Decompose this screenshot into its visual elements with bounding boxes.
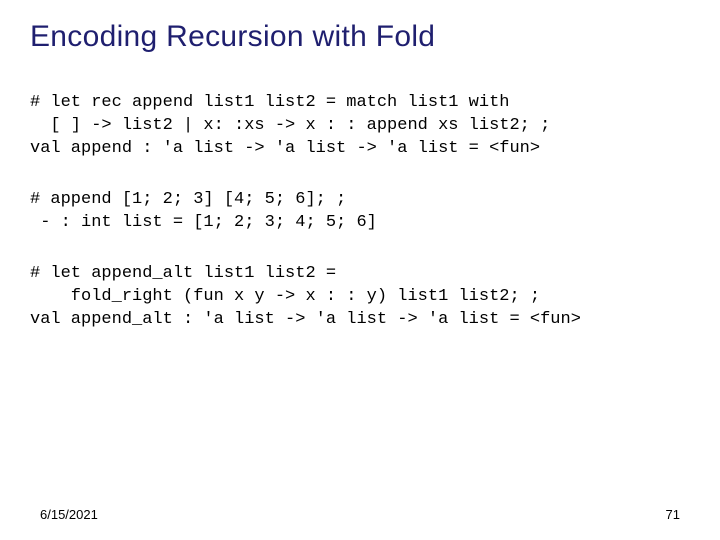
slide-title: Encoding Recursion with Fold [30, 20, 690, 54]
code-block-3: # let append_alt list1 list2 = fold_righ… [30, 263, 690, 332]
footer-date: 6/15/2021 [40, 507, 98, 522]
footer-page-number: 71 [666, 507, 680, 522]
code-block-1: # let rec append list1 list2 = match lis… [30, 92, 690, 161]
code-block-2: # append [1; 2; 3] [4; 5; 6]; ; - : int … [30, 189, 690, 235]
